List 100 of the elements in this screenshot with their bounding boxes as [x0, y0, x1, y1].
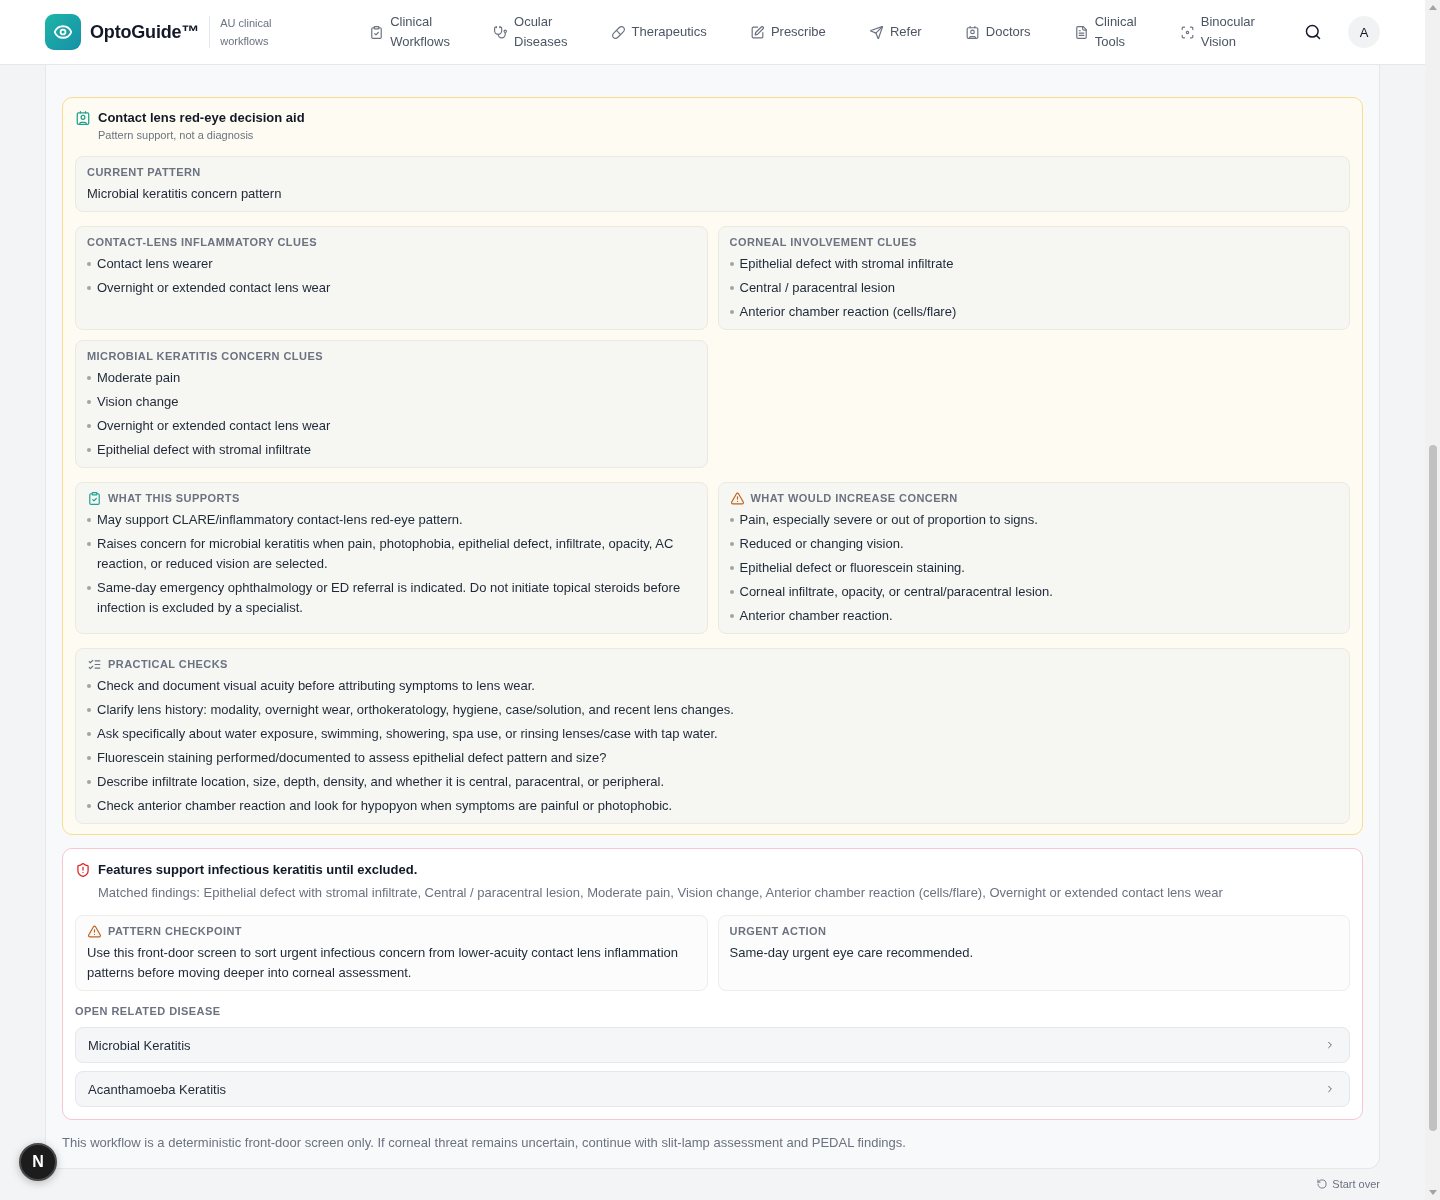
clue-item: Contact lens wearer [97, 255, 213, 273]
section-label: PATTERN CHECKPOINT [108, 924, 242, 938]
bullet-icon [87, 732, 91, 736]
check-item: Clarify lens history: modality, overnight wear, orthokeratology, hygiene, case/solution, and recent lens changes. [97, 701, 734, 719]
chevron-right-icon [1325, 1084, 1335, 1094]
bullet-icon [729, 614, 734, 618]
pen-square-icon [750, 25, 764, 39]
document-icon [1074, 25, 1088, 39]
dev-tools-button[interactable]: N [19, 1143, 57, 1181]
bullet-icon [87, 804, 91, 808]
warning-triangle-icon [88, 924, 101, 938]
pattern-value: Microbial keratitis concern pattern [87, 185, 283, 203]
section-label: CORNEAL INVOLVEMENT CLUES [729, 235, 918, 249]
reset-icon [1317, 1179, 1328, 1189]
bullet-icon [87, 448, 91, 452]
warning-triangle-icon [730, 491, 744, 505]
check-item: Fluorescein staining performed/documented to assess epithelial defect pattern and size? [97, 749, 607, 767]
card-title: Contact lens red-eye decision aid [98, 110, 305, 126]
scroll-up-arrow-icon[interactable] [1428, 5, 1437, 10]
bullet-icon [729, 518, 734, 522]
panel-text: Same-day urgent eye care recommended. [729, 944, 974, 962]
clue-item: Epithelial defect with stromal infiltrate [739, 255, 954, 273]
id-badge-icon [76, 111, 90, 125]
search-icon[interactable] [1305, 24, 1321, 40]
nav-link[interactable]: Clinical Workflows [370, 12, 450, 52]
clipboard-check-icon [370, 25, 384, 39]
app-tagline: AU clinical workflows [220, 16, 273, 49]
nav-link[interactable]: Prescribe [750, 22, 826, 42]
nav-link[interactable]: Clinical Tools [1074, 12, 1137, 52]
nav-link[interactable]: Therapeutics [611, 22, 707, 42]
clue-item: Vision change [97, 393, 179, 411]
bullet-icon [729, 262, 734, 266]
scrollbar-thumb[interactable] [1428, 445, 1437, 1131]
guidance-item: Same-day emergency ophthalmology or ED referral is indicated. Do not initiate topical steroids before infection is excluded by a specialist. [97, 579, 682, 617]
scrollbar-track[interactable] [1425, 0, 1440, 1200]
section-label: PRACTICAL CHECKS [108, 657, 228, 671]
guidance-item: Pain, especially severe or out of proportion to signs. [739, 511, 1038, 529]
eye-logo-icon [45, 14, 81, 50]
guidance-item: Epithelial defect or fluorescein staining. [739, 559, 965, 577]
check-item: Ask specifically about water exposure, swimming, showering, spa use, or rinsing lenses/case with tap water. [97, 725, 718, 743]
bullet-icon [729, 310, 734, 314]
related-disease-link[interactable]: Microbial Keratitis [75, 1027, 1350, 1063]
paper-plane-icon [869, 25, 883, 39]
card-subtitle: Pattern support, not a diagnosis [98, 128, 255, 142]
nav-link[interactable]: Ocular Diseases [494, 12, 568, 52]
nav-link[interactable]: Refer [869, 22, 922, 42]
clue-item: Epithelial defect with stromal infiltrate [97, 441, 311, 459]
bullet-icon [87, 756, 91, 760]
guidance-item: Raises concern for microbial keratitis when pain, photophobia, epithelial defect, infiltrate, opacity, AC reaction, or reduced vision are selected. [97, 535, 675, 573]
bullet-icon [87, 586, 91, 590]
clue-item: Overnight or extended contact lens wear [97, 279, 331, 297]
check-item: Check and document visual acuity before attributing symptoms to lens wear. [97, 677, 535, 695]
related-disease-link[interactable]: Acanthamoeba Keratitis [75, 1071, 1350, 1107]
bullet-icon [87, 542, 91, 546]
clue-item: Anterior chamber reaction (cells/flare) [739, 303, 957, 321]
guidance-item: May support CLARE/inflammatory contact-lens red-eye pattern. [97, 511, 463, 529]
scroll-down-arrow-icon[interactable] [1428, 1190, 1437, 1195]
bullet-icon [87, 780, 91, 784]
app-name: OptoGuide™ [90, 21, 200, 43]
clue-item: Moderate pain [97, 369, 181, 387]
stethoscope-icon [494, 25, 508, 39]
bullet-icon [87, 708, 91, 712]
pill-icon [611, 25, 625, 39]
start-over-button[interactable]: Start over [1317, 1177, 1380, 1191]
nav-link[interactable]: Doctors [965, 22, 1031, 42]
scan-frame-icon [1180, 25, 1194, 39]
nav-link[interactable]: Binocular Vision [1180, 12, 1255, 52]
section-label: CONTACT-LENS INFLAMMATORY CLUES [87, 235, 318, 249]
section-label: WHAT WOULD INCREASE CONCERN [750, 491, 958, 505]
clue-item: Central / paracentral lesion [739, 279, 895, 297]
bullet-icon [87, 684, 91, 688]
alert-title: Features support infectious keratitis until excluded. [98, 862, 419, 878]
check-item: Describe infiltrate location, size, depth, density, and whether it is central, paracentral, or peripheral. [97, 773, 664, 791]
section-label: URGENT ACTION [729, 924, 827, 938]
matched-findings: Matched findings: Epithelial defect with stromal infiltrate, Central / paracentral lesion, Moderate pain, Vision change, Anterior chamber reaction (cells/flare), Overnight or extended contact lens wear [98, 884, 1223, 902]
chevron-right-icon [1325, 1040, 1335, 1050]
bullet-icon [87, 400, 91, 404]
bullet-icon [729, 542, 734, 546]
panel-text: Use this front-door screen to sort urgent infectious concern from lower-acuity contact lens inflammation patterns before moving deeper into corneal assessment. [87, 944, 680, 982]
clue-item: Overnight or extended contact lens wear [97, 417, 331, 435]
section-label: WHAT THIS SUPPORTS [108, 491, 240, 505]
guidance-item: Corneal infiltrate, opacity, or central/paracentral lesion. [739, 583, 1053, 601]
section-label: MICROBIAL KERATITIS CONCERN CLUES [87, 349, 324, 363]
checklist-icon [88, 657, 101, 671]
avatar-button[interactable]: A [1348, 16, 1380, 48]
guidance-item: Anterior chamber reaction. [739, 607, 893, 625]
bullet-icon [87, 518, 91, 522]
shield-alert-icon [76, 863, 90, 877]
bullet-icon [87, 286, 91, 290]
clipboard-check-icon [88, 491, 101, 505]
id-badge-icon [965, 25, 979, 39]
bullet-icon [87, 424, 91, 428]
bullet-icon [87, 376, 91, 380]
bullet-icon [729, 566, 734, 570]
check-item: Check anterior chamber reaction and look for hypopyon when symptoms are painful or photophobic. [97, 797, 673, 815]
section-label: OPEN RELATED DISEASE [75, 1004, 222, 1018]
bullet-icon [729, 286, 734, 290]
guidance-item: Reduced or changing vision. [739, 535, 904, 553]
footer-note: This workflow is a deterministic front-door screen only. If corneal threat remains uncertain, continue with slit-lamp assessment and PEDAL findings. [62, 1134, 907, 1152]
section-label: CURRENT PATTERN [87, 165, 202, 179]
